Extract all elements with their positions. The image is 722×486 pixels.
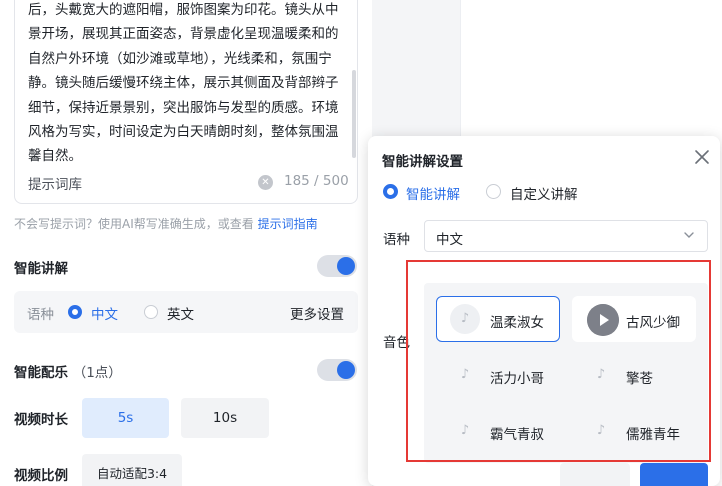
prompt-guide-link[interactable]: 提示词指南 xyxy=(258,217,318,231)
clear-icon[interactable]: ✕ xyxy=(258,175,273,190)
radio-english[interactable] xyxy=(144,305,158,319)
mode-smart-narration[interactable]: 智能讲解 xyxy=(406,183,460,203)
play-icon[interactable] xyxy=(587,304,619,336)
radio-custom-narration[interactable] xyxy=(486,184,501,199)
voice-name[interactable]: 霸气青叔 xyxy=(490,423,544,443)
char-count: 185 / 500 xyxy=(284,173,349,189)
chevron-down-icon xyxy=(684,232,694,238)
toggle-knob xyxy=(337,257,355,275)
prompt-hint: 不会写提示词？使用AI帮写准确生成，或查看 提示词指南 xyxy=(14,215,318,232)
music-note-icon: ♪ xyxy=(596,423,606,438)
prompt-text[interactable]: 后，头戴宽大的遮阳帽，服饰图案为印花。镜头从中景开场，展现其正面姿态，背景虚化呈… xyxy=(28,0,346,169)
option-chinese[interactable]: 中文 xyxy=(91,303,118,323)
radio-smart-narration[interactable] xyxy=(383,184,398,199)
voice-label: 音色 xyxy=(383,335,410,351)
popup-title: 智能讲解设置 xyxy=(382,154,463,170)
music-note-icon: ♪ xyxy=(460,423,470,438)
voice-name[interactable]: 儒雅青年 xyxy=(626,423,680,443)
popup-language-label: 语种 xyxy=(383,232,410,248)
prompt-library-button[interactable]: 提示词库 xyxy=(28,173,82,193)
close-icon[interactable] xyxy=(694,149,710,165)
radio-chinese[interactable] xyxy=(68,305,82,319)
music-label: 智能配乐 （1点） xyxy=(14,361,122,381)
toggle-knob xyxy=(337,361,355,379)
language-label: 语种 xyxy=(27,307,54,323)
voice-name[interactable]: 活力小哥 xyxy=(490,367,544,387)
prompt-hint-text: 不会写提示词？使用AI帮写准确生成，或查看 xyxy=(14,217,258,231)
music-note-icon: ♪ xyxy=(460,367,470,382)
option-english[interactable]: 英文 xyxy=(167,303,194,323)
voice-name: 古风少御 xyxy=(626,315,680,331)
confirm-button[interactable] xyxy=(640,463,708,486)
music-note-icon: ♪ xyxy=(450,304,480,334)
narration-label: 智能讲解 xyxy=(14,261,68,277)
cancel-button[interactable] xyxy=(560,463,630,486)
music-note-icon: ♪ xyxy=(596,367,606,382)
duration-10s-button[interactable]: 10s xyxy=(181,398,269,438)
more-settings-button[interactable]: 更多设置 xyxy=(290,303,344,323)
voice-name: 温柔淑女 xyxy=(490,315,544,331)
mode-custom-narration[interactable]: 自定义讲解 xyxy=(510,183,578,203)
duration-label: 视频时长 xyxy=(14,412,68,428)
music-label-text: 智能配乐 xyxy=(14,365,68,381)
music-toggle[interactable] xyxy=(317,359,357,381)
music-cost: （1点） xyxy=(72,365,122,381)
duration-5s-button[interactable]: 5s xyxy=(82,398,169,438)
voice-name[interactable]: 擎苍 xyxy=(626,367,653,387)
narration-toggle[interactable] xyxy=(317,255,357,277)
prompt-scrollbar[interactable] xyxy=(352,70,356,158)
ratio-select[interactable]: 自动适配3:4 xyxy=(82,454,182,486)
language-select[interactable] xyxy=(424,220,708,252)
language-select-value: 中文 xyxy=(436,232,463,248)
ratio-label: 视频比例 xyxy=(14,468,68,484)
